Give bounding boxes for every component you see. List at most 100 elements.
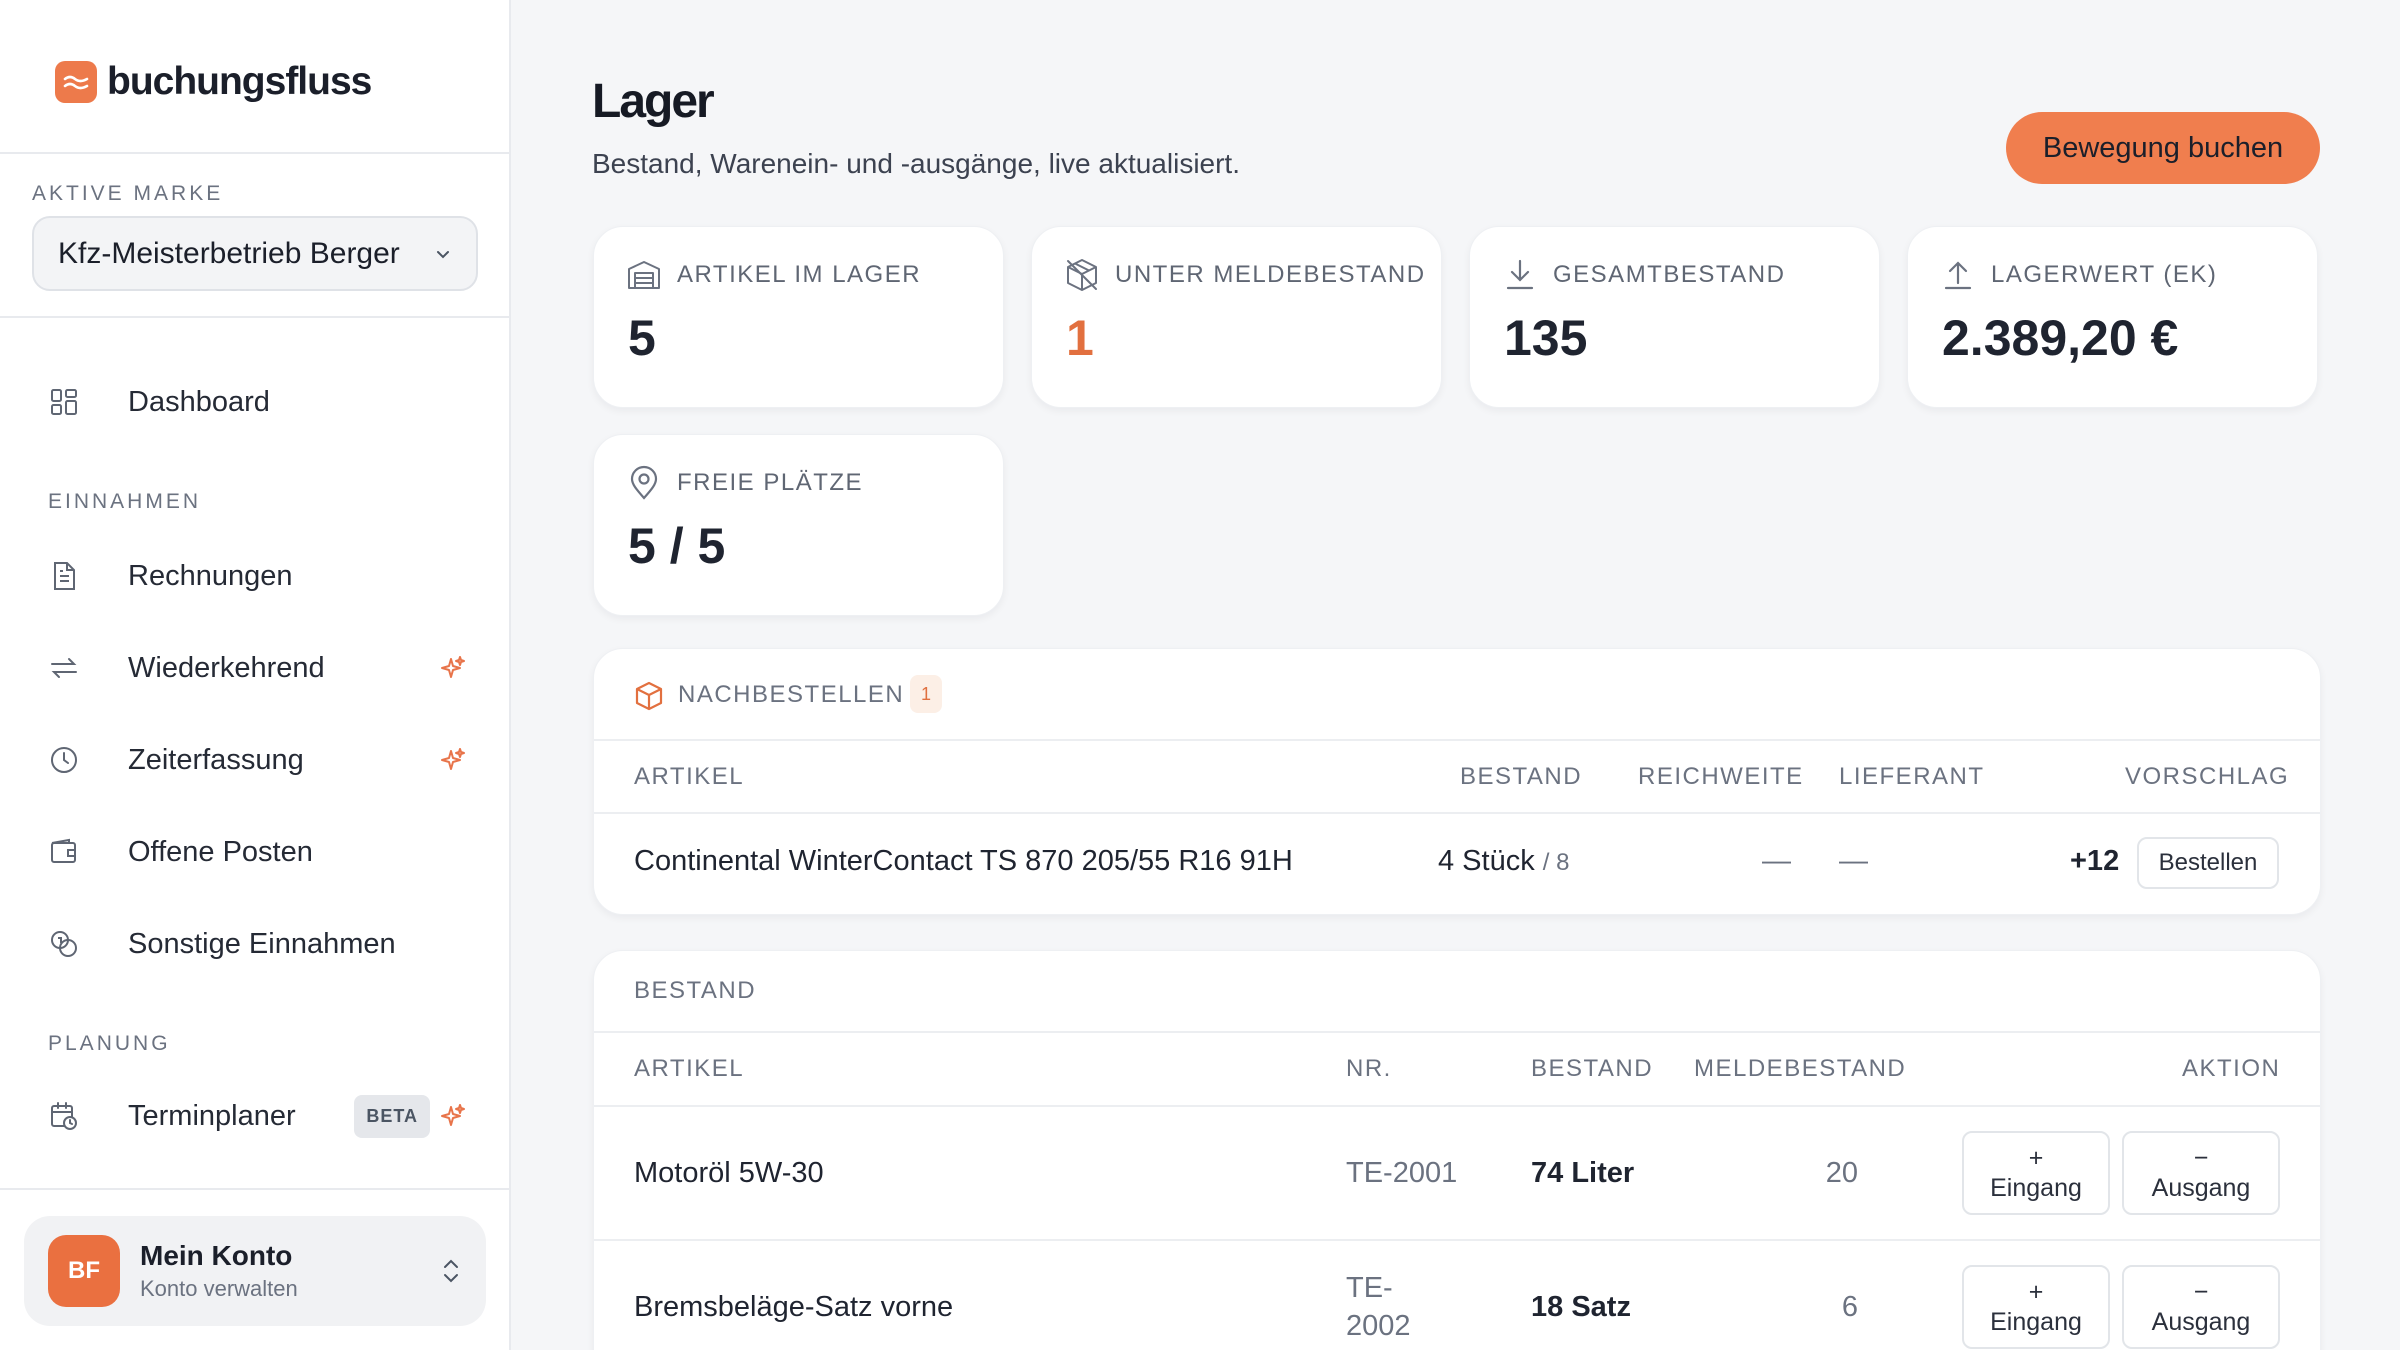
column-header-number: NR.: [1346, 1055, 1392, 1082]
plus-icon: +: [2028, 1278, 2044, 1306]
stock-out-button[interactable]: − Ausgang: [2122, 1265, 2280, 1349]
divider: [594, 812, 2320, 814]
inventory-article: Bremsbeläge-Satz vorne: [634, 1291, 954, 1323]
sidebar-item-scheduler[interactable]: Terminplaner BETA: [48, 1086, 478, 1146]
repeat-icon: [48, 652, 80, 684]
button-label: Eingang: [1990, 1174, 2082, 1202]
column-header-article: ARTIKEL: [634, 1055, 745, 1082]
book-movement-button[interactable]: Bewegung buchen: [2006, 112, 2320, 184]
column-header-reorder-level: MELDEBESTAND: [1694, 1055, 1907, 1082]
button-label: Eingang: [1990, 1308, 2082, 1336]
reorder-title: NACHBESTELLEN: [678, 681, 905, 708]
inventory-article: Motoröl 5W-30: [634, 1157, 824, 1189]
stock-in-button[interactable]: + Eingang: [1962, 1131, 2110, 1215]
stat-value: 1: [1066, 310, 1094, 366]
stat-card-total-stock: GESAMTBESTAND 135: [1469, 226, 1880, 408]
reorder-supplier: —: [1839, 845, 1868, 877]
calendar-clock-icon: [48, 1100, 80, 1132]
inventory-panel: BESTAND ARTIKEL NR. BESTAND MELDEBESTAND…: [593, 950, 2321, 1350]
sidebar-item-open-items[interactable]: Offene Posten: [48, 822, 478, 882]
stat-label: ARTIKEL IM LAGER: [677, 261, 922, 288]
sidebar-item-other-income[interactable]: Sonstige Einnahmen: [48, 914, 478, 974]
divider: [0, 316, 509, 318]
package-icon: [634, 681, 664, 711]
warehouse-icon: [626, 257, 662, 293]
clock-icon: [48, 744, 80, 776]
stat-value: 5: [628, 310, 656, 366]
divider: [594, 1031, 2320, 1033]
stat-card-below-reorder: UNTER MELDEBESTAND 1: [1031, 226, 1442, 408]
stat-value: 135: [1504, 310, 1588, 366]
account-switcher[interactable]: BF Mein Konto Konto verwalten: [24, 1216, 486, 1326]
button-label: Ausgang: [2151, 1308, 2251, 1336]
sidebar-item-dashboard[interactable]: Dashboard: [48, 372, 478, 432]
page-title: Lager: [592, 75, 715, 128]
account-name: Mein Konto: [140, 1240, 293, 1271]
reorder-stock-value: 4 Stück: [1438, 845, 1535, 877]
package-alert-icon: [1064, 257, 1100, 293]
avatar: BF: [48, 1235, 120, 1307]
stat-card-free-slots: FREIE PLÄTZE 5 / 5: [593, 434, 1004, 616]
stat-label: GESAMTBESTAND: [1553, 261, 1786, 288]
column-header-range: REICHWEITE: [1638, 763, 1804, 790]
reorder-level-value: 6: [1841, 1291, 1858, 1323]
stat-value: 2.389,20 €: [1942, 310, 2179, 366]
reorder-panel: NACHBESTELLEN 1 ARTIKEL BESTAND REICHWEI…: [593, 648, 2321, 915]
stock-out-button[interactable]: − Ausgang: [2122, 1131, 2280, 1215]
brand[interactable]: buchungsfluss: [55, 60, 372, 104]
reorder-level-value: 20: [1825, 1157, 1858, 1189]
inventory-stock: 74 Liter: [1531, 1157, 1635, 1189]
inventory-number-part: TE-: [1346, 1272, 1393, 1304]
sidebar-item-label: Rechnungen: [128, 559, 293, 592]
inventory-number: TE- 2002: [1346, 1269, 1411, 1345]
location-pin-icon: [626, 465, 662, 501]
wallet-icon: [48, 836, 80, 868]
dashboard-icon: [48, 386, 80, 418]
stat-card-articles: ARTIKEL IM LAGER 5: [593, 226, 1004, 408]
stat-value: 5 / 5: [628, 518, 726, 574]
sparkle-icon: [438, 653, 468, 683]
section-label-income: EINNAHMEN: [48, 490, 202, 513]
divider: [0, 152, 509, 154]
column-header-stock: BESTAND: [1531, 1055, 1654, 1082]
inventory-number-part: 2002: [1346, 1310, 1411, 1342]
sidebar-item-recurring[interactable]: Wiederkehrend: [48, 638, 478, 698]
upload-icon: [1940, 257, 1976, 293]
inventory-title: BESTAND: [634, 977, 757, 1004]
page-subtitle: Bestand, Warenein- und -ausgänge, live a…: [592, 148, 1240, 179]
document-icon: [48, 560, 80, 592]
brand-logo-icon: [55, 61, 97, 103]
divider: [594, 1239, 2320, 1241]
active-brand-select[interactable]: Kfz-Meisterbetrieb Berger: [32, 216, 478, 291]
stat-label: LAGERWERT (EK): [1991, 261, 2218, 288]
coins-icon: [48, 928, 80, 960]
reorder-suggestion: +12: [2070, 845, 2120, 877]
stat-label: UNTER MELDEBESTAND: [1115, 261, 1426, 288]
sparkle-icon: [438, 1101, 468, 1131]
sidebar-item-label: Sonstige Einnahmen: [128, 927, 396, 960]
order-button[interactable]: Bestellen: [2137, 837, 2279, 889]
column-header-supplier: LIEFERANT: [1839, 763, 1985, 790]
sidebar-item-time-tracking[interactable]: Zeiterfassung: [48, 730, 478, 790]
button-label: Ausgang: [2151, 1174, 2251, 1202]
reorder-count-badge: 1: [910, 675, 942, 713]
divider: [594, 739, 2320, 741]
column-header-action: AKTION: [2182, 1055, 2281, 1082]
sidebar-item-label: Offene Posten: [128, 835, 313, 868]
active-brand-value: Kfz-Meisterbetrieb Berger: [58, 236, 400, 270]
reorder-article: Continental WinterContact TS 870 205/55 …: [634, 845, 1293, 877]
divider: [594, 1105, 2320, 1107]
sidebar: buchungsfluss AKTIVE MARKE Kfz-Meisterbe…: [0, 0, 511, 1350]
sidebar-item-label: Wiederkehrend: [128, 651, 325, 684]
inventory-stock: 18 Satz: [1531, 1291, 1631, 1323]
sparkle-icon: [438, 745, 468, 775]
active-brand-label: AKTIVE MARKE: [32, 182, 224, 205]
divider: [0, 1188, 509, 1190]
stock-in-button[interactable]: + Eingang: [1962, 1265, 2110, 1349]
sidebar-item-invoices[interactable]: Rechnungen: [48, 546, 478, 606]
minus-icon: −: [2193, 1144, 2209, 1172]
brand-name: buchungsfluss: [107, 60, 372, 103]
minus-icon: −: [2193, 1278, 2209, 1306]
column-header-suggestion: VORSCHLAG: [2125, 763, 2290, 790]
download-icon: [1502, 257, 1538, 293]
